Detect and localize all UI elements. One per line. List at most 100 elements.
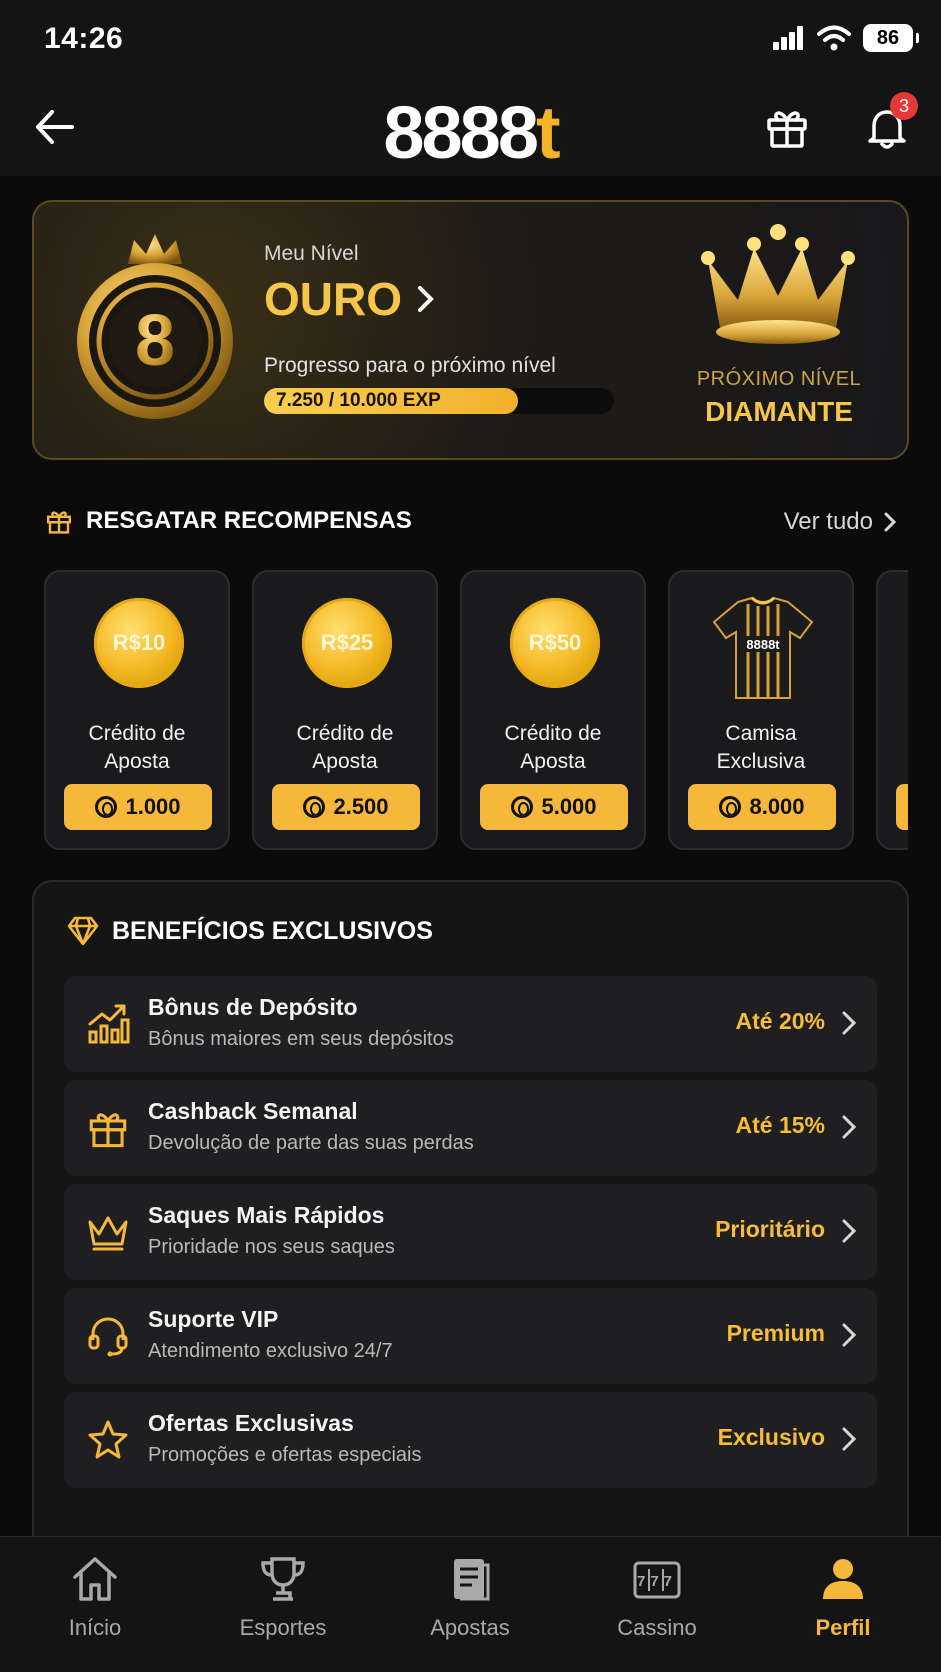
progress-fill: 7.250 / 10.000 EXP (264, 388, 518, 414)
star-icon (88, 1420, 128, 1459)
benefit-item[interactable]: Cashback Semanal Devolução de parte das … (64, 1080, 877, 1176)
benefit-name: Cashback Semanal (148, 1098, 358, 1124)
status-bar: 14:26 86 (0, 0, 941, 80)
reward-name: Camisa Exclusiva (670, 720, 852, 776)
level-card[interactable]: 8 Meu Nível OURO Progresso para o próxim… (32, 200, 909, 460)
nav-item-apostas[interactable]: Apostas (390, 1553, 550, 1641)
benefit-name: Saques Mais Rápidos (148, 1202, 385, 1228)
benefit-item[interactable]: Suporte VIP Atendimento exclusivo 24/7 P… (64, 1288, 877, 1384)
benefit-item[interactable]: Bônus de Depósito Bônus maiores em seus … (64, 976, 877, 1072)
gift-icon (47, 511, 71, 534)
chevron-right-icon (418, 286, 434, 312)
reward-card[interactable]: 8888t Camisa Exclusiva 8.000 (668, 570, 854, 850)
reward-card[interactable]: R$25 Crédito de Aposta 2.500 (252, 570, 438, 850)
benefit-desc: Bônus maiores em seus depósitos (148, 1028, 454, 1050)
benefit-desc: Atendimento exclusivo 24/7 (148, 1340, 393, 1362)
coin-icon: R$50 (510, 598, 600, 688)
nav-item-esportes[interactable]: Esportes (203, 1553, 363, 1641)
headset-icon (88, 1317, 128, 1357)
nav-label: Esportes (239, 1615, 327, 1640)
benefit-name: Ofertas Exclusivas (148, 1410, 354, 1436)
bottom-navigation: Início Esportes Apostas 777 Cassino Perf… (0, 1536, 941, 1672)
slot-machine-icon: 777 (633, 1561, 681, 1599)
chevron-right-icon (884, 512, 897, 532)
nav-item-perfil[interactable]: Perfil (763, 1553, 923, 1641)
notification-badge: 3 (890, 92, 918, 120)
gold-medal-icon: 8 (77, 234, 233, 419)
benefit-desc: Prioridade nos seus saques (148, 1236, 395, 1258)
nav-label: Cassino (617, 1615, 697, 1640)
gift-icon[interactable] (762, 102, 812, 152)
medal-number: 8 (135, 301, 175, 381)
nav-label: Início (68, 1615, 122, 1640)
reward-cost-button[interactable]: 2.500 (272, 784, 420, 830)
reward-cost: 8.000 (749, 794, 805, 819)
benefit-value: Prioritário (715, 1216, 825, 1242)
reward-card[interactable]: R$10 Crédito de Aposta 1.000 (44, 570, 230, 850)
reward-name-line1: Crédito de (296, 722, 394, 745)
benefits-title: BENEFÍCIOS EXCLUSIVOS (66, 916, 433, 946)
level-name-text: OURO (264, 273, 402, 325)
progress-bar: 7.250 / 10.000 EXP (264, 388, 614, 414)
reward-card[interactable]: R$50 Crédito de Aposta 5.000 (460, 570, 646, 850)
chevron-right-icon (842, 1011, 857, 1035)
chevron-right-icon (842, 1427, 857, 1451)
trophy-icon (261, 1557, 305, 1601)
reward-name-line2: Aposta (104, 750, 170, 773)
reward-name: Crédito de Aposta (462, 720, 644, 776)
rewards-title-text: RESGATAR RECOMPENSAS (86, 507, 412, 534)
home-icon (73, 1557, 117, 1601)
benefits-title-text: BENEFÍCIOS EXCLUSIVOS (112, 916, 433, 945)
nav-label: Apostas (430, 1615, 510, 1640)
reward-name-line1: Camisa (725, 722, 797, 745)
next-level-name: DIAMANTE (705, 396, 853, 427)
battery-indicator: 86 (863, 24, 919, 52)
chevron-right-icon (842, 1115, 857, 1139)
jersey-logo-text: 8888t (746, 637, 780, 652)
see-all-link[interactable]: Ver tudo (784, 508, 897, 536)
logo-main-text: 8888 (383, 91, 539, 174)
chevron-right-icon (842, 1323, 857, 1347)
reward-cost-button[interactable]: 5.000 (480, 784, 628, 830)
chart-growth-icon (88, 1004, 130, 1044)
nav-item-cassino[interactable]: 777 Cassino (577, 1553, 737, 1641)
chevron-right-icon (842, 1219, 857, 1243)
status-time: 14:26 (44, 22, 124, 55)
jersey-icon: 8888t (712, 596, 814, 699)
level-name[interactable]: OURO (264, 272, 436, 326)
slot-reels: 777 (637, 1573, 677, 1590)
reward-cost: 2.500 (333, 794, 389, 819)
reward-card-partial[interactable] (876, 570, 908, 850)
reward-name-line1: Crédito de (504, 722, 602, 745)
reward-name-line1: Crédito de (88, 722, 186, 745)
progress-label: Progresso para o próximo nível (264, 354, 556, 377)
reward-name: Crédito de Aposta (46, 720, 228, 776)
reward-cost-button[interactable]: 1.000 (64, 784, 212, 830)
reward-cost-button[interactable] (896, 784, 908, 830)
reward-cost: 1.000 (125, 794, 181, 819)
coin-icon: R$10 (94, 598, 184, 688)
logo-accent-text: t (535, 91, 561, 174)
benefit-value: Até 15% (735, 1112, 825, 1138)
next-level-label: PRÓXIMO NÍVEL (696, 368, 862, 390)
benefit-value: Exclusivo (717, 1424, 825, 1450)
points-coin-icon (511, 796, 534, 818)
signal-icon (773, 26, 803, 50)
rewards-section-title: RESGATAR RECOMPENSAS (44, 506, 412, 536)
reward-cost-button[interactable]: 8.000 (688, 784, 836, 830)
benefit-name: Suporte VIP (148, 1306, 279, 1332)
rewards-carousel[interactable]: R$10 Crédito de Aposta 1.000 R$25 Crédito… (44, 570, 908, 852)
nav-label: Perfil (815, 1615, 871, 1640)
benefit-value: Premium (726, 1320, 825, 1346)
diamond-icon (67, 916, 99, 946)
benefit-value: Até 20% (735, 1008, 825, 1034)
benefit-item[interactable]: Ofertas Exclusivas Promoções e ofertas e… (64, 1392, 877, 1488)
nav-item-inicio[interactable]: Início (15, 1553, 175, 1641)
benefit-item[interactable]: Saques Mais Rápidos Prioridade nos seus … (64, 1184, 877, 1280)
reward-name-line2: Aposta (312, 750, 378, 773)
benefit-name: Bônus de Depósito (148, 994, 358, 1020)
wifi-icon (817, 25, 851, 51)
points-coin-icon (95, 796, 118, 818)
reward-cost: 5.000 (541, 794, 597, 819)
reward-name-line2: Exclusiva (716, 750, 806, 773)
